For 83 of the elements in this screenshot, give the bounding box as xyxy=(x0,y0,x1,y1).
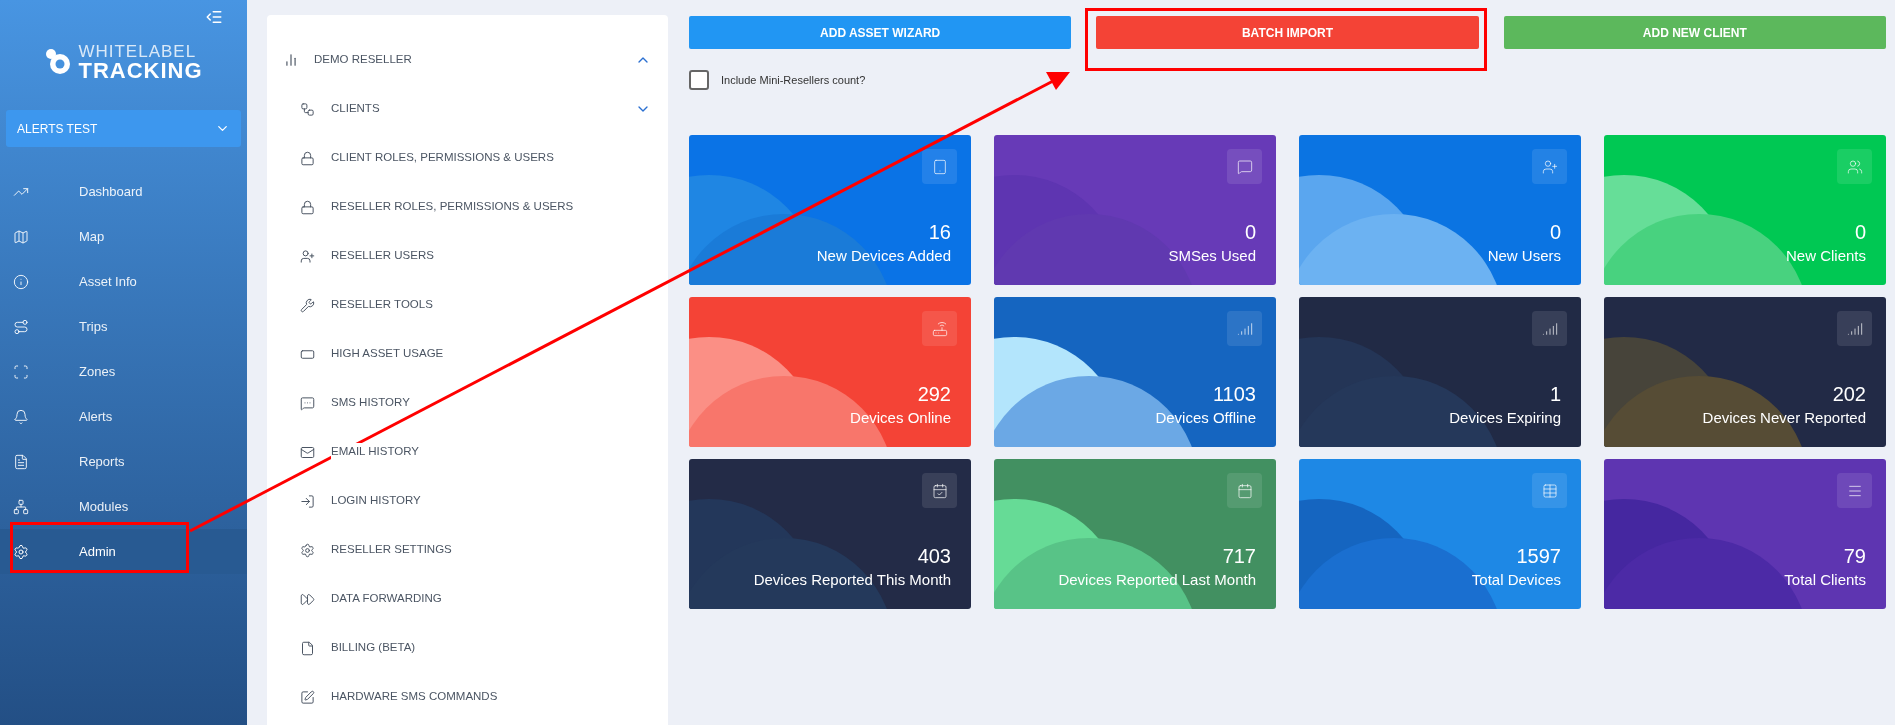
menu-group-header[interactable]: DEMO RESELLER xyxy=(284,48,651,72)
nav-item[interactable]: Asset Info xyxy=(0,259,247,304)
logo-text: TRACKING xyxy=(78,59,203,82)
menu-item[interactable]: LOGIN HISTORY xyxy=(300,476,651,525)
stat-value: 79 xyxy=(1843,544,1866,569)
document-icon xyxy=(300,640,315,656)
add-user-icon xyxy=(300,248,315,264)
frame-icon xyxy=(13,363,29,380)
add-user-icon xyxy=(1541,158,1558,175)
nav-item[interactable]: Map xyxy=(0,214,247,259)
bar-chart-icon xyxy=(284,53,298,67)
users-icon xyxy=(1846,158,1863,175)
menu-item[interactable]: RESELLER TOOLS xyxy=(300,280,651,329)
nav-item[interactable]: Alerts xyxy=(0,394,247,439)
chat-icon xyxy=(300,395,315,411)
nav-item[interactable]: Trips xyxy=(0,304,247,349)
settings-icon xyxy=(300,542,315,558)
logo-text: WHITELABEL xyxy=(78,42,198,60)
info-icon xyxy=(13,273,29,290)
chat-icon xyxy=(1236,158,1253,175)
stat-label: Total Devices xyxy=(1471,570,1561,590)
stat-value: 202 xyxy=(1832,382,1866,407)
bell-icon xyxy=(13,408,29,425)
action-button[interactable]: BATCH IMPORT xyxy=(1096,16,1479,49)
menu-item[interactable]: DATA FORWARDING xyxy=(300,574,651,623)
menu-item[interactable]: RESELLER SETTINGS xyxy=(300,525,651,574)
menu-item[interactable]: HARDWARE SMS COMMANDS xyxy=(300,672,651,721)
lock-icon xyxy=(300,150,315,166)
stat-value: 16 xyxy=(928,220,951,245)
document-icon xyxy=(13,453,29,470)
stat-label: SMSes Used xyxy=(1168,246,1256,266)
stat-label: Devices Reported Last Month xyxy=(1058,570,1256,590)
calendar-icon xyxy=(1236,482,1253,499)
menu-item[interactable]: EMAIL HISTORY xyxy=(300,427,651,476)
nav-item[interactable]: Modules xyxy=(0,484,247,529)
stat-value: 0 xyxy=(1549,220,1561,245)
lock-icon xyxy=(300,199,315,215)
table-icon xyxy=(1541,482,1558,499)
stat-label: Devices Expiring xyxy=(1449,408,1561,428)
signal-icon xyxy=(1846,320,1863,337)
menu-item[interactable]: SMS HISTORY xyxy=(300,378,651,427)
stat-value: 1 xyxy=(1549,382,1561,407)
checkbox[interactable] xyxy=(689,70,709,90)
mail-icon xyxy=(300,444,315,460)
calendar-check-icon xyxy=(931,482,948,499)
stat-value: 0 xyxy=(1854,220,1866,245)
stat-label: Devices Reported This Month xyxy=(753,570,951,590)
fast-forward-icon xyxy=(300,591,315,607)
tablet-icon xyxy=(931,158,948,175)
stat-label: Devices Online xyxy=(850,408,951,428)
stat-label: Devices Never Reported xyxy=(1702,408,1866,428)
nav-item[interactable]: Reports xyxy=(0,439,247,484)
wrench-icon xyxy=(300,297,315,313)
signal-icon xyxy=(1541,320,1558,337)
route-icon xyxy=(13,318,29,335)
stat-value: 0 xyxy=(1244,220,1256,245)
nav-item[interactable]: Zones xyxy=(0,349,247,394)
settings-icon xyxy=(13,543,29,560)
stat-value: 403 xyxy=(917,544,951,569)
map-icon xyxy=(13,228,29,245)
router-icon xyxy=(931,320,948,337)
stat-label: New Users xyxy=(1487,246,1561,266)
signal-icon xyxy=(1236,320,1253,337)
login-icon xyxy=(300,493,315,509)
menu-item[interactable]: CLIENTS xyxy=(300,84,651,133)
nav-item[interactable]: Dashboard xyxy=(0,169,247,214)
edit-icon xyxy=(300,689,315,705)
checkbox-label: Include Mini-Resellers count? xyxy=(721,72,866,88)
stat-value: 1103 xyxy=(1213,382,1256,407)
menu-item[interactable]: BILLING (BETA) xyxy=(300,623,651,672)
menu-item[interactable]: HIGH ASSET USAGE xyxy=(300,329,651,378)
menu-item[interactable]: CLIENT ROLES, PERMISSIONS & USERS xyxy=(300,133,651,182)
stat-label: Devices Offline xyxy=(1155,408,1256,428)
menu-item[interactable]: RESELLER ROLES, PERMISSIONS & USERS xyxy=(300,182,651,231)
menu-item[interactable]: RESELLER USERS xyxy=(300,231,651,280)
stat-label: New Devices Added xyxy=(816,246,951,266)
stat-value: 717 xyxy=(1222,544,1256,569)
collapse-menu-icon[interactable] xyxy=(205,8,223,26)
stat-value: 1597 xyxy=(1516,544,1561,569)
stat-value: 292 xyxy=(917,382,951,407)
stat-label: New Clients xyxy=(1785,246,1866,266)
nav-item[interactable]: Admin xyxy=(0,529,247,574)
stat-label: Total Clients xyxy=(1784,570,1866,590)
